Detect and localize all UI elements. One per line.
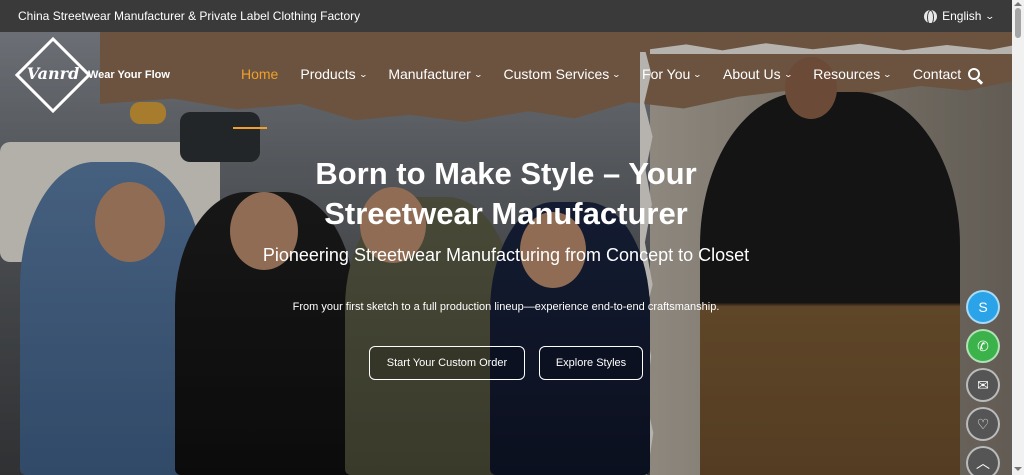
whatsapp-icon[interactable]: ✆ [966, 329, 1000, 363]
arrow-up-icon[interactable]: ︿ [966, 446, 1000, 475]
explore-styles-button[interactable]: Explore Styles [539, 346, 643, 380]
main-nav: Vanrd Wear Your Flow Home Products ⌄ Manu… [0, 32, 1012, 129]
nav-item-manufacturer[interactable]: Manufacturer ⌄ [377, 66, 492, 82]
logo-text: Vanrd [26, 64, 80, 83]
chevron-down-icon: ⌄ [473, 69, 483, 79]
active-nav-underline [233, 127, 267, 129]
chevron-down-icon: ⌄ [984, 10, 996, 21]
chevron-down-icon: ⌄ [882, 69, 893, 79]
email-icon[interactable]: ✉ [966, 368, 1000, 402]
start-custom-order-button[interactable]: Start Your Custom Order [369, 346, 525, 380]
hero-description: From your first sketch to a full product… [292, 301, 720, 313]
brand-slogan: Wear Your Flow [88, 69, 170, 81]
nav-item-for-you[interactable]: For You ⌄ [631, 66, 712, 82]
top-bar: China Streetwear Manufacturer & Private … [0, 0, 1012, 32]
nav-item-contact[interactable]: Contact [902, 66, 972, 82]
nav-item-about-us[interactable]: About Us ⌄ [712, 66, 802, 82]
brand-logo[interactable]: Vanrd [14, 36, 92, 114]
chevron-down-icon: ⌄ [692, 69, 703, 79]
hero-subheadline: Pioneering Streetwear Manufacturing from… [262, 245, 750, 265]
scroll-down-arrow[interactable] [1014, 467, 1022, 471]
nav-menu: Home Products ⌄ Manufacturer ⌄ Custom Serv… [230, 66, 972, 82]
chevron-down-icon: ⌄ [783, 69, 793, 79]
nav-item-home[interactable]: Home [230, 66, 289, 82]
nav-item-products[interactable]: Products ⌄ [289, 66, 377, 82]
language-selector[interactable]: English ⌄ [924, 9, 996, 25]
page-scrollbar[interactable] [1012, 0, 1024, 475]
globe-icon [924, 9, 938, 25]
chevron-down-icon: ⌄ [358, 69, 368, 79]
nav-item-resources[interactable]: Resources ⌄ [802, 66, 902, 82]
topbar-tagline: China Streetwear Manufacturer & Private … [18, 9, 361, 23]
language-label: English [942, 9, 982, 23]
nav-item-custom-services[interactable]: Custom Services ⌄ [493, 66, 632, 82]
hero-headline: Born to Make Style – Your Streetwear Man… [315, 156, 697, 231]
heart-icon[interactable]: ♡ [966, 407, 1000, 441]
search-icon[interactable] [968, 68, 984, 85]
scroll-up-arrow[interactable] [1014, 2, 1022, 6]
chevron-down-icon: ⌄ [611, 69, 622, 79]
floating-contact-bar: S ✆ ✉ ♡ ︿ [966, 290, 1002, 475]
skype-icon[interactable]: S [966, 290, 1000, 324]
scrollbar-thumb[interactable] [1015, 8, 1021, 38]
